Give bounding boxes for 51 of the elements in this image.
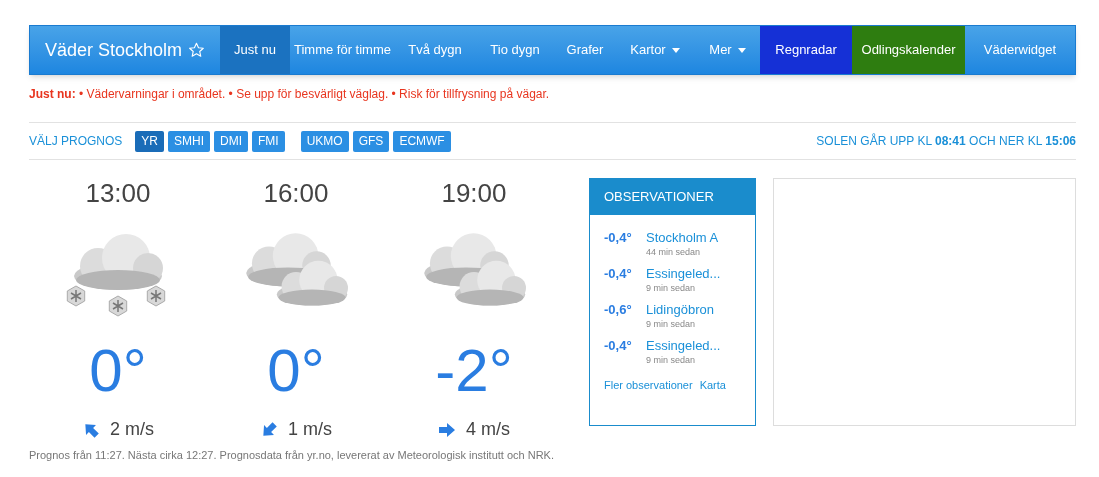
caret-icon [671, 47, 680, 53]
temperature: -2° [435, 338, 513, 404]
star-icon[interactable] [188, 41, 205, 59]
nav-item[interactable]: Tio dygn [475, 26, 555, 74]
observation-temperature: -0,4° [604, 265, 633, 283]
wind-arrow-icon [260, 420, 278, 439]
alert-message: Just nu: • Vädervarningar i området. • Se upp för besvärligt väglag. • Risk för tillfrysning på vägar. [29, 86, 551, 102]
station-link[interactable]: Essingeled... [646, 265, 721, 283]
forecast-time: 19:00 [441, 178, 507, 208]
observation-age: 44 min sedan [646, 247, 702, 257]
forecast-source-button[interactable]: UKMO [300, 130, 349, 152]
site-title[interactable]: Väder Stockholm [30, 26, 220, 74]
observation-age: 9 min sedan [646, 319, 697, 329]
forecast-source-button[interactable]: FMI [252, 130, 285, 152]
wind-speed: 1 m/s [288, 418, 332, 441]
observation-temperature: -0,4° [604, 337, 633, 355]
forecast-source-button[interactable]: DMI [214, 130, 249, 152]
forecast-source-button[interactable]: ECMWF [393, 130, 451, 152]
wind-speed: 4 m/s [466, 418, 510, 441]
forecast-picker-label: VÄLJ PROGNOS [29, 133, 123, 150]
observation-temperature: -0,4° [604, 229, 633, 247]
panel-link[interactable]: Fler observationer [604, 377, 693, 394]
nav-item[interactable]: Grafer [555, 26, 615, 74]
forecast-time: 13:00 [85, 178, 151, 208]
observation-age: 9 min sedan [646, 355, 697, 365]
nav-item[interactable]: Mer [695, 26, 760, 74]
nav-item[interactable]: Väderwidget [965, 26, 1075, 74]
nav-item[interactable]: Kartor [615, 26, 695, 74]
station-link[interactable]: Lidingöbron [646, 301, 714, 319]
forecast-source-button[interactable]: SMHI [168, 130, 211, 152]
observation-temperature: -0,6° [604, 301, 633, 319]
nav-item[interactable]: Timme för timme [290, 26, 395, 74]
footer-note: Prognos från 11:27. Nästa cirka 12:27. Prognosdata från yr.no, levererat av Meteorologisk institutt och NRK. [29, 448, 555, 463]
temperature: 0° [267, 338, 325, 404]
forecast-source-button[interactable]: GFS [352, 130, 390, 152]
forecast-source-button[interactable]: YR [135, 130, 165, 152]
nav-item[interactable]: Regnradar [760, 26, 852, 74]
wind-arrow-icon [438, 420, 456, 439]
panel-title: OBSERVATIONER [590, 179, 755, 215]
caret-icon [737, 47, 746, 53]
sun-times: SOLEN GÅR UPP KL 08:41 OCH NER KL 15:06 [816, 132, 1076, 150]
wind-speed: 2 m/s [110, 418, 154, 441]
station-link[interactable]: Essingeled... [646, 337, 721, 355]
forecast-time: 16:00 [263, 178, 329, 208]
nav-item[interactable]: Just nu [220, 26, 290, 74]
nav-item[interactable]: Odlingskalender [852, 26, 965, 74]
nav-item[interactable]: Två dygn [395, 26, 475, 74]
panel-link[interactable]: Karta [699, 377, 726, 394]
station-link[interactable]: Stockholm A [646, 229, 719, 247]
temperature: 0° [89, 338, 147, 404]
observation-age: 9 min sedan [646, 283, 697, 293]
